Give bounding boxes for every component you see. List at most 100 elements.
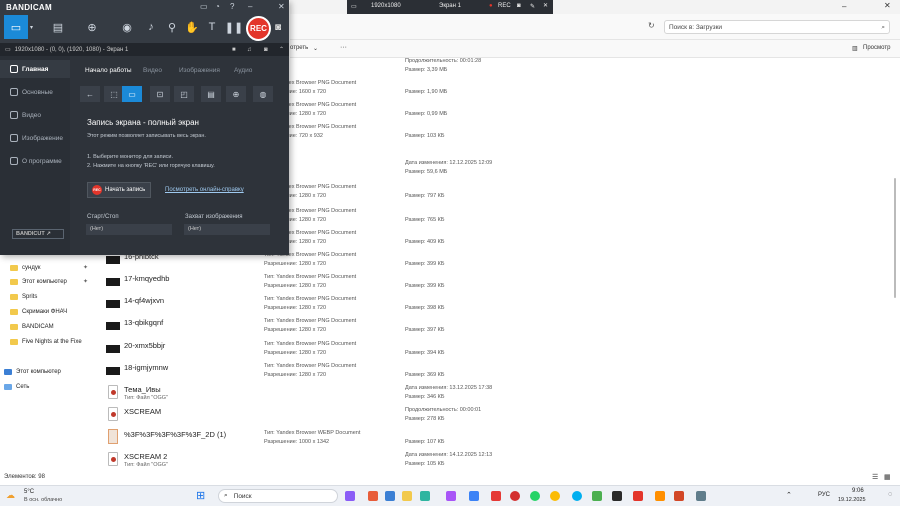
task-view-icon[interactable]	[345, 491, 355, 501]
webcam-icon[interactable]: ◉	[115, 15, 139, 39]
online-help-link[interactable]: Посмотреть онлайн-справку	[165, 187, 244, 193]
hotkey-capture-field[interactable]: (Нет)	[184, 224, 270, 235]
tray-chevron-icon[interactable]: ⌃	[786, 491, 792, 499]
whatsapp-icon[interactable]	[530, 491, 540, 501]
nav-item[interactable]: Сеть	[4, 380, 88, 393]
start-recording-button[interactable]: REC Начать запись	[87, 182, 151, 198]
nav-item[interactable]: BANDICAM	[10, 320, 94, 333]
rec-button[interactable]: REC	[246, 16, 271, 41]
nav-item[interactable]: Этот компьютер ✦	[10, 275, 94, 288]
fullscreen-mode-icon[interactable]: ▭	[122, 86, 142, 102]
bandicam-taskbar-icon[interactable]	[633, 491, 643, 501]
details-view-icon[interactable]: ☰	[872, 473, 878, 481]
mouse-area-mode-icon[interactable]: ⊡	[150, 86, 170, 102]
start-button[interactable]: ⊞	[196, 489, 205, 502]
nav-item[interactable]: Five Nights at the Fixe	[10, 335, 94, 348]
sidebar-item-video[interactable]: Видео	[10, 111, 41, 119]
explorer-search-input[interactable]: Поиск в: Загрузки ⌕	[664, 20, 890, 34]
tab-audio[interactable]: Аудио	[234, 67, 252, 74]
opera-icon[interactable]	[510, 491, 520, 501]
sidebar-item-image[interactable]: Изображение	[10, 134, 63, 142]
recbar-rec-button[interactable]: REC	[498, 3, 511, 9]
back-arrow-icon[interactable]: ←	[80, 86, 100, 102]
help-icon[interactable]: ?	[230, 2, 234, 11]
keyboard-language[interactable]: РУС	[818, 492, 830, 498]
window-mode-icon[interactable]: ◰	[174, 86, 194, 102]
app-icon-4[interactable]	[446, 491, 456, 501]
sidebar-item-home[interactable]: Главная	[10, 65, 48, 73]
file-row[interactable]: Тема_Ивы Тип: Файл "OGG" Дата изменения: 1…	[100, 383, 885, 405]
hotkey-start-stop-field[interactable]: (Нет)	[86, 224, 172, 235]
app-icon-3[interactable]	[420, 491, 430, 501]
game-mode-icon[interactable]: ⊕	[226, 86, 246, 102]
bandicut-button[interactable]: BANDICUT ↗	[12, 229, 64, 239]
scrollbar-thumb[interactable]	[894, 178, 896, 298]
nav-item[interactable]: Sprits	[10, 290, 94, 303]
view-menu-button[interactable]: отреть	[290, 45, 308, 51]
file-row[interactable]: 17-kmqyedhb Тип: Yandex Browser PNG Docum…	[100, 272, 885, 294]
collapse-icon[interactable]: ⌃	[279, 46, 284, 53]
camera-icon[interactable]: ◙	[517, 3, 521, 9]
lock-icon[interactable]: ◔	[215, 2, 220, 11]
file-row[interactable]: XSCREAM 2 Тип: Файл "OGG" Дата изменения: …	[100, 450, 885, 472]
device-mode-button[interactable]: ▤	[46, 15, 70, 39]
audio-icon[interactable]: ♫	[247, 47, 252, 53]
text-icon[interactable]: T	[200, 15, 224, 39]
screen-mode-button[interactable]: ▭	[4, 15, 28, 39]
tiles-view-icon[interactable]: ▦	[884, 473, 891, 481]
pause-icon[interactable]: ❚❚	[222, 15, 246, 39]
sidebar-item-general[interactable]: Основные	[10, 88, 53, 96]
rectangle-mode-icon[interactable]: ⬚	[104, 86, 124, 102]
minimize-icon[interactable]: –	[842, 2, 846, 11]
tab-getting-started[interactable]: Начало работы	[85, 67, 132, 74]
file-row[interactable]: %3F%3F%3F%3F%3F_2D (1) Тип: Yandex Browse…	[100, 428, 885, 450]
app-icon-5[interactable]	[469, 491, 479, 501]
clock-date[interactable]: 19.12.2025	[838, 497, 866, 503]
weather-icon[interactable]: ☁	[6, 490, 15, 501]
recbar-close-icon[interactable]: ✕	[543, 2, 548, 9]
app-icon-7[interactable]	[612, 491, 622, 501]
screenshot-icon[interactable]: ◙	[264, 47, 268, 53]
close-icon[interactable]: ✕	[884, 1, 891, 10]
nav-item[interactable]: сундук ✦	[10, 261, 94, 274]
file-row[interactable]: 13-qbikgqnf Тип: Yandex Browser PNG Docum…	[100, 316, 885, 338]
tab-video[interactable]: Видео	[143, 67, 162, 74]
view-dropdown-icon[interactable]: ⌄	[313, 45, 318, 52]
chrome-icon[interactable]	[550, 491, 560, 501]
preview-pane-button[interactable]: Просмотр	[863, 45, 890, 51]
sidebar-item-about[interactable]: О программе	[10, 157, 62, 165]
screen-mode-dropdown-icon[interactable]: ▾	[30, 24, 33, 31]
app-icon-2[interactable]	[385, 491, 395, 501]
powerpoint-icon[interactable]	[674, 491, 684, 501]
file-row[interactable]: XSCREAM Продолжительность: 00:00:01 Размер…	[100, 405, 885, 427]
preview-pane-icon[interactable]: ▥	[852, 45, 858, 52]
nav-item[interactable]: Скримаки ФНАЧ	[10, 305, 94, 318]
nav-item[interactable]: Этот компьютер	[4, 365, 88, 378]
file-row[interactable]: 18-igmjymnw Тип: Yandex Browser PNG Docum…	[100, 361, 885, 383]
close-icon[interactable]: ✕	[278, 2, 285, 11]
more-options-icon[interactable]: ···	[340, 44, 347, 51]
taskbar-search-input[interactable]: ⌕ Поиск	[218, 489, 338, 503]
vertical-scrollbar[interactable]	[892, 58, 898, 474]
record-video-icon[interactable]: ■	[232, 47, 236, 53]
refresh-icon[interactable]: ↻	[648, 21, 655, 30]
yandex-icon[interactable]	[491, 491, 501, 501]
file-explorer-icon[interactable]	[402, 491, 412, 501]
device-mode-icon[interactable]: ▤	[201, 86, 221, 102]
screenshot-camera-icon[interactable]: ◙	[275, 22, 281, 33]
game-mode-button[interactable]: ⊕	[80, 15, 104, 39]
app-icon-6[interactable]	[592, 491, 602, 501]
app-icon-1[interactable]	[368, 491, 378, 501]
audio-only-mode-icon[interactable]: ◍	[253, 86, 273, 102]
skype-icon[interactable]	[572, 491, 582, 501]
app-icon-9[interactable]	[696, 491, 706, 501]
app-icon-8[interactable]	[655, 491, 665, 501]
tab-images[interactable]: Изображения	[179, 67, 220, 74]
minimize-icon[interactable]: –	[248, 2, 252, 11]
file-row[interactable]: 20-xmx5bbjr Тип: Yandex Browser PNG Docum…	[100, 339, 885, 361]
notification-icon[interactable]: ◌	[888, 491, 892, 498]
pen-icon[interactable]: ✎	[530, 3, 535, 10]
file-row[interactable]: 14-qf4wjxvn Тип: Yandex Browser PNG Docum…	[100, 294, 885, 316]
clock-time[interactable]: 9:06	[852, 488, 864, 494]
folder-icon[interactable]: ▭	[200, 2, 208, 11]
